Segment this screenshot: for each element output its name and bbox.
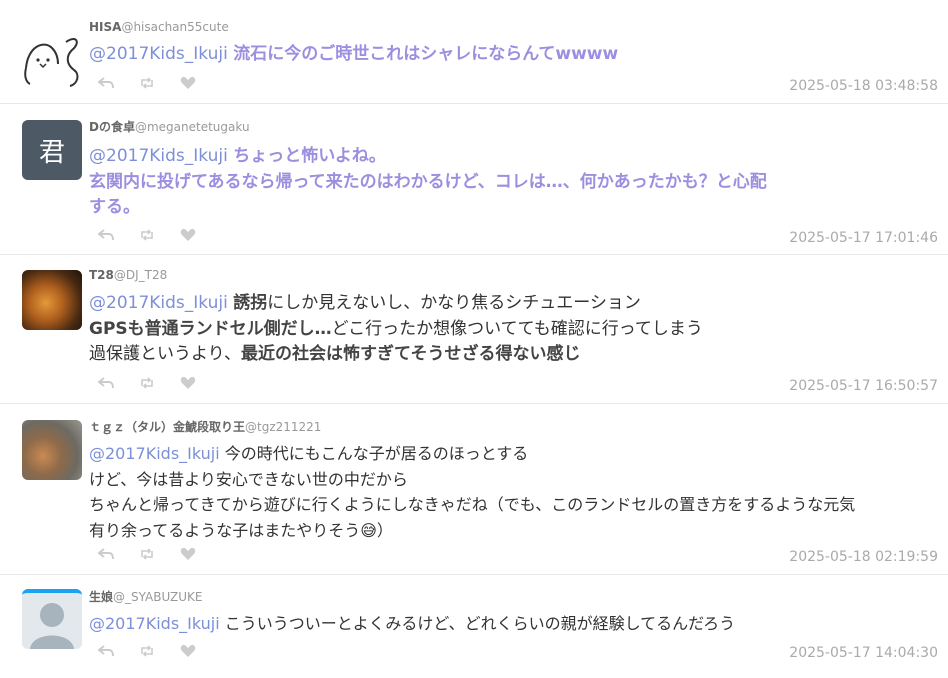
tweet-meta: T28@DJ_T28 <box>89 268 167 282</box>
tweet-item: 生娘@_SYABUZUKE @2017Kids_Ikuji こういうついーとよく… <box>0 575 948 678</box>
tweet-item: ｔｇｚ（タル）金鯱段取り王@tgz211221 @2017Kids_Ikuji … <box>0 404 948 575</box>
tweet-line: 今の時代にもこんな子が居るのほっとする <box>224 444 529 463</box>
tweet-item: HISA@hisachan55cute @2017Kids_Ikuji 流石に今… <box>0 0 948 104</box>
tweet-text: @2017Kids_Ikuji 流石に今のご時世これはシャレにならんてwwww <box>89 42 944 68</box>
tweet-meta: ｔｇｚ（タル）金鯱段取り王@tgz211221 <box>89 418 321 435</box>
user-handle[interactable]: @hisachan55cute <box>121 20 228 34</box>
timestamp[interactable]: 2025-05-18 02:19:59 <box>789 549 938 565</box>
user-name[interactable]: HISA <box>89 20 121 34</box>
tweet-line: にしか見えないし、かなり焦るシチュエーション <box>267 293 641 313</box>
tweet-line: 玄関内に投げてあるなら帰って来たのはわかるけど、コレは…、何かあったかも？と心配 <box>89 171 767 192</box>
tweet-item: 君 Dの食卓@meganetetugaku @2017Kids_Ikuji ちょ… <box>0 104 948 255</box>
sweat-smile-emoji: 😅 <box>360 520 377 540</box>
avatar[interactable] <box>22 420 82 480</box>
tweet-text: @2017Kids_Ikuji ちょっと怖いよね。 玄関内に投げてあるなら帰って… <box>89 144 944 221</box>
tweet-line: 過保護というより、 <box>89 344 241 364</box>
mention-link[interactable]: @2017Kids_Ikuji <box>89 614 220 633</box>
avatar[interactable] <box>22 589 82 649</box>
user-handle[interactable]: @DJ_T28 <box>114 268 167 282</box>
tweet-text: @2017Kids_Ikuji こういうついーとよくみるけど、どれくらいの親が経… <box>89 611 944 637</box>
mention-link[interactable]: @2017Kids_Ikuji <box>89 146 228 166</box>
retweet-icon[interactable] <box>139 228 155 242</box>
heart-icon[interactable] <box>180 228 196 242</box>
user-handle[interactable]: @meganetetugaku <box>135 120 250 134</box>
tweet-actions <box>98 228 196 242</box>
reply-icon[interactable] <box>98 547 114 561</box>
tweet-meta: HISA@hisachan55cute <box>89 20 229 34</box>
mention-link[interactable]: @2017Kids_Ikuji <box>89 444 220 463</box>
user-name[interactable]: 生娘 <box>89 590 113 604</box>
tweet-item: T28@DJ_T28 @2017Kids_Ikuji 誘拐にしか見えないし、かな… <box>0 255 948 404</box>
heart-icon[interactable] <box>180 376 196 390</box>
heart-icon[interactable] <box>180 76 196 90</box>
reply-icon[interactable] <box>98 76 114 90</box>
heart-icon[interactable] <box>180 547 196 561</box>
tweet-line: ちゃんと帰ってきてから遊びに行くようにしなきゃだね（でも、このランドセルの置き方… <box>89 495 856 514</box>
tweet-text: @2017Kids_Ikuji 今の時代にもこんな子が居るのほっとする けど、今… <box>89 441 944 543</box>
tweet-line: する。 <box>89 197 140 217</box>
tweet-actions <box>98 547 196 561</box>
reply-icon[interactable] <box>98 228 114 242</box>
tweet-actions <box>98 644 196 658</box>
bold-text: 誘拐 <box>233 293 268 313</box>
timestamp[interactable]: 2025-05-17 17:01:46 <box>789 230 938 246</box>
retweet-icon[interactable] <box>139 547 155 561</box>
reply-icon[interactable] <box>98 644 114 658</box>
tweet-meta: 生娘@_SYABUZUKE <box>89 588 203 605</box>
tweet-line: どこ行ったか想像ついてても確認に行ってしまう <box>331 318 703 339</box>
cartoon-bird-icon <box>24 38 79 87</box>
timestamp[interactable]: 2025-05-17 16:50:57 <box>789 378 938 394</box>
user-name[interactable]: ｔｇｚ（タル）金鯱段取り王 <box>89 420 245 434</box>
user-handle[interactable]: @_SYABUZUKE <box>113 590 202 604</box>
reply-icon[interactable] <box>98 376 114 390</box>
retweet-icon[interactable] <box>139 644 155 658</box>
tweet-body: 流石に今のご時世これはシャレにならんてwwww <box>233 44 619 64</box>
bold-text: GPSも普通ランドセル側だし… <box>89 318 332 339</box>
avatar[interactable]: 君 <box>22 120 82 180</box>
bold-text: 最近の社会は怖すぎてそうせざる得ない感じ <box>240 344 581 364</box>
retweet-icon[interactable] <box>139 376 155 390</box>
tweet-line: ちょっと怖いよね。 <box>233 146 386 166</box>
mention-link[interactable]: @2017Kids_Ikuji <box>89 293 228 313</box>
user-name[interactable]: T28 <box>89 268 114 282</box>
retweet-icon[interactable] <box>139 76 155 90</box>
tweet-line: 有り余ってるような子はまたやりそう <box>89 520 361 540</box>
tweet-actions <box>98 76 196 90</box>
tweet-text: @2017Kids_Ikuji 誘拐にしか見えないし、かなり焦るシチュエーション… <box>89 291 944 368</box>
user-handle[interactable]: @tgz211221 <box>245 420 321 434</box>
default-user-icon <box>30 603 74 649</box>
avatar[interactable] <box>22 30 82 90</box>
tweet-meta: Dの食卓@meganetetugaku <box>89 118 250 135</box>
tweet-actions <box>98 376 196 390</box>
user-name[interactable]: Dの食卓 <box>89 120 135 134</box>
avatar-label: 君 <box>38 137 65 168</box>
tweet-body: こういうついーとよくみるけど、どれくらいの親が経験してるんだろう <box>224 614 736 633</box>
mention-link[interactable]: @2017Kids_Ikuji <box>89 44 228 64</box>
tweet-line: ） <box>376 520 393 540</box>
timestamp[interactable]: 2025-05-18 03:48:58 <box>789 78 938 94</box>
avatar[interactable] <box>22 270 82 330</box>
timestamp[interactable]: 2025-05-17 14:04:30 <box>789 645 938 661</box>
heart-icon[interactable] <box>180 644 196 658</box>
tweet-line: けど、今は昔より安心できない世の中だから <box>89 469 408 489</box>
tweet-feed: HISA@hisachan55cute @2017Kids_Ikuji 流石に今… <box>0 0 948 678</box>
